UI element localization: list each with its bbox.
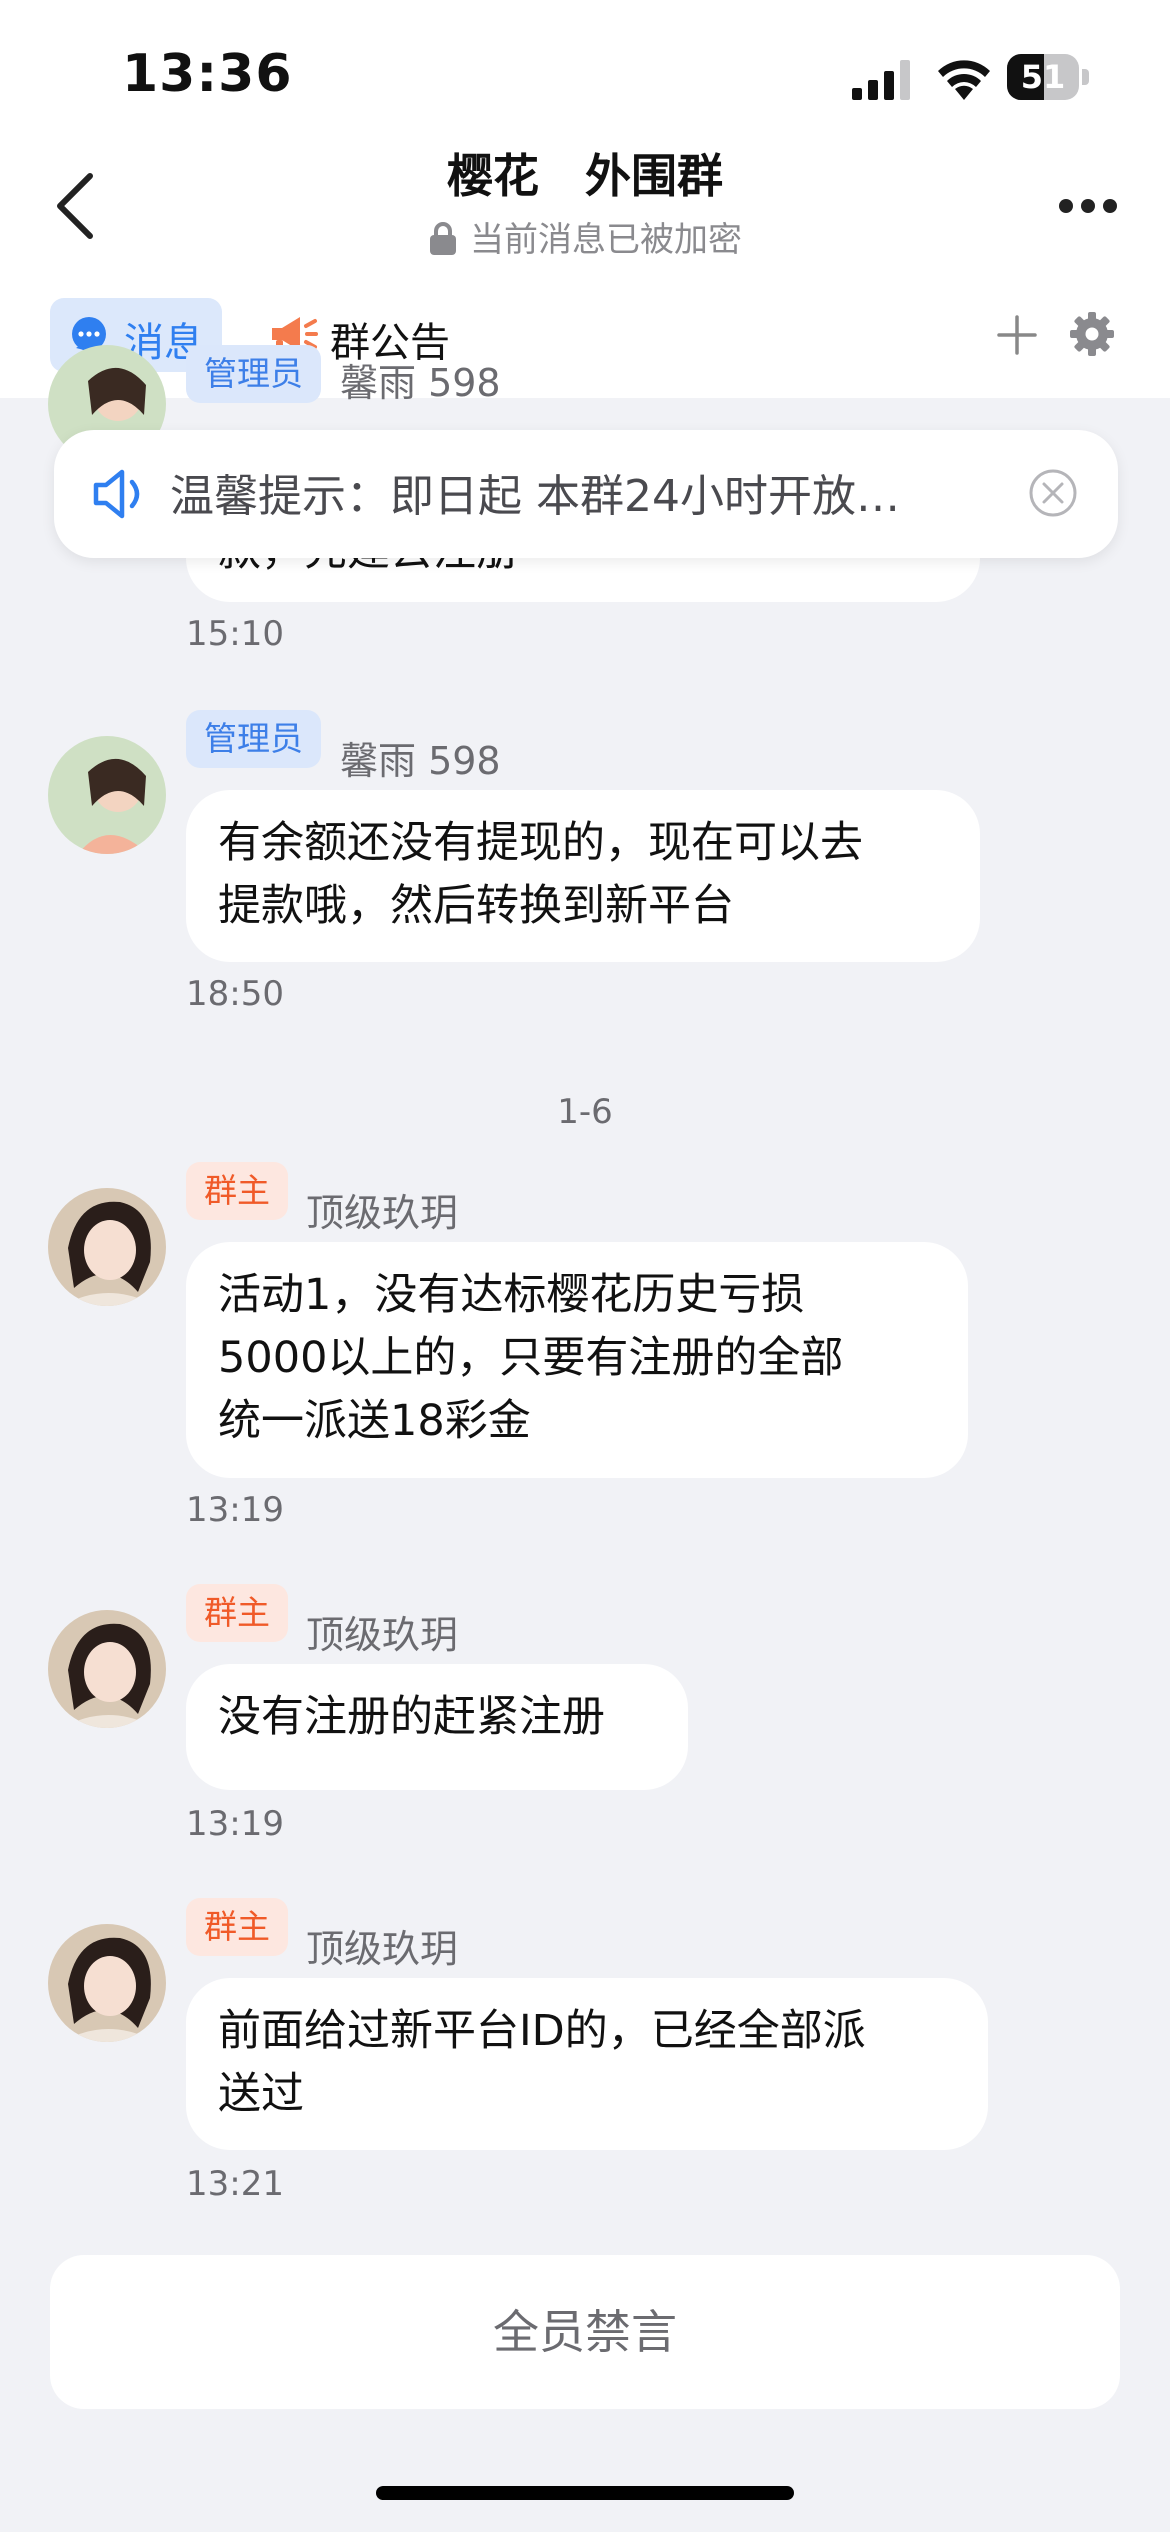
status-time: 13:36	[122, 44, 293, 104]
role-badge: 群主	[186, 1584, 288, 1642]
battery-icon: 51	[1007, 54, 1091, 102]
avatar[interactable]	[48, 1610, 166, 1728]
encryption-text: 当前消息已被加密	[470, 220, 742, 260]
speaker-icon	[93, 469, 140, 519]
sender-name: 顶级玖玥	[306, 1927, 459, 1971]
all-muted-bar: 全员禁言	[50, 2255, 1120, 2409]
battery-level: 51	[1020, 58, 1066, 96]
message-line: 送过	[218, 2069, 304, 2119]
role-badge: 管理员	[186, 710, 321, 768]
message-time: 13:19	[186, 1490, 284, 1530]
message-bubble[interactable]: 前面给过新平台ID的，已经全部派 送过	[186, 1978, 988, 2150]
sender-name: 顶级玖玥	[306, 1613, 459, 1657]
encryption-status: 当前消息已被加密	[0, 212, 1170, 261]
role-badge: 群主	[186, 1898, 288, 1956]
cellular-signal-icon	[852, 60, 910, 100]
more-icon[interactable]	[1056, 195, 1120, 217]
message-line: 统一派送18彩金	[218, 1396, 531, 1446]
message-line: 有余额还没有提现的，现在可以去	[218, 818, 863, 868]
message-bubble[interactable]: 有余额还没有提现的，现在可以去 提款哦，然后转换到新平台	[186, 790, 980, 962]
avatar[interactable]	[48, 1924, 166, 2042]
role-badge: 管理员	[186, 345, 321, 403]
message-time: 18:50	[186, 974, 284, 1014]
sender-name: 馨雨 598	[340, 361, 501, 405]
pinned-announcement[interactable]: 温馨提示：即日起 本群24小时开放…	[54, 430, 1118, 558]
message-time: 13:21	[186, 2164, 284, 2204]
lock-icon	[430, 222, 456, 255]
message-line: 前面给过新平台ID的，已经全部派	[218, 2006, 866, 2056]
chat-title: 樱花 外围群	[447, 149, 723, 203]
sender-name: 顶级玖玥	[306, 1191, 459, 1235]
message-line: 没有注册的赶紧注册	[218, 1692, 605, 1742]
avatar[interactable]	[48, 736, 166, 854]
home-indicator[interactable]	[376, 2486, 794, 2500]
message-line: 5000以上的，只要有注册的全部	[218, 1333, 844, 1383]
plus-icon[interactable]	[996, 314, 1038, 356]
message-time: 13:19	[186, 1804, 284, 1844]
message-line: 活动1，没有达标樱花历史亏损	[218, 1270, 805, 1320]
gear-icon[interactable]	[1068, 310, 1116, 358]
sender-name: 馨雨 598	[340, 739, 501, 783]
message-line: 提款哦，然后转换到新平台	[218, 881, 734, 931]
wifi-icon	[938, 60, 990, 100]
announcement-text: 温馨提示：即日起 本群24小时开放…	[170, 471, 900, 522]
message-time: 15:10	[186, 614, 284, 654]
message-bubble[interactable]: 活动1，没有达标樱花历史亏损 5000以上的，只要有注册的全部 统一派送18彩金	[186, 1242, 968, 1478]
message-range-divider: 1-6	[557, 1092, 613, 1132]
role-badge: 群主	[186, 1162, 288, 1220]
message-bubble[interactable]: 没有注册的赶紧注册	[186, 1664, 688, 1790]
avatar[interactable]	[48, 1188, 166, 1306]
close-circle-icon[interactable]	[1028, 468, 1078, 518]
